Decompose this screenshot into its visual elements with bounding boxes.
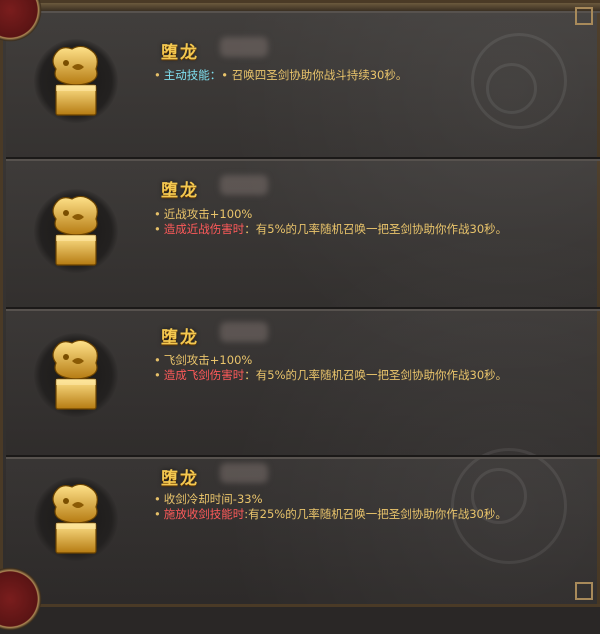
- blurred-tag: [220, 322, 268, 342]
- line-value: :有25%的几率随机召唤一把圣剑协助你作战30秒。: [244, 507, 507, 521]
- skill-icon-frame: [34, 189, 118, 273]
- line-value: 飞剑攻击+100%: [163, 353, 253, 367]
- bullet: •: [154, 507, 161, 521]
- skill-title: 堕龙: [161, 469, 199, 489]
- skill-icon-frame: [34, 333, 118, 417]
- skill-card[interactable]: 堕龙 • 主动技能：• 召唤四圣剑协助你战斗持续30秒。: [6, 11, 600, 159]
- line-value: ：有5%的几率随机召唤一把圣剑协助你作战30秒。: [244, 222, 508, 236]
- skill-line: • 主动技能：• 召唤四圣剑协助你战斗持续30秒。: [154, 67, 407, 83]
- skill-line: • 造成飞剑伤害时：有5%的几率随机召唤一把圣剑协助你作战30秒。: [154, 367, 507, 383]
- line-value: ：有5%的几率随机召唤一把圣剑协助你作战30秒。: [244, 368, 508, 382]
- line-label: 主动技能：: [163, 68, 222, 82]
- skill-title: 堕龙: [161, 328, 199, 348]
- line-value: 近战攻击+100%: [163, 207, 253, 221]
- golden-dragon-seal-icon: [52, 483, 98, 554]
- bullet: •: [154, 207, 161, 221]
- skill-card[interactable]: 堕龙 • 飞剑攻击+100% • 造成飞剑伤害时：有5%的几率随机召唤一把圣剑协助你…: [6, 309, 600, 457]
- blurred-tag: [220, 37, 268, 57]
- blurred-tag: [220, 463, 268, 483]
- skill-icon-frame: [34, 39, 118, 123]
- golden-dragon-seal-icon: [52, 339, 98, 410]
- panel-frame: 堕龙 • 主动技能：• 召唤四圣剑协助你战斗持续30秒。 堕龙 • 近战攻击+1…: [0, 0, 600, 634]
- golden-dragon-seal-icon: [52, 195, 98, 266]
- corner-ornament: [575, 582, 593, 600]
- bullet: •: [154, 222, 161, 236]
- skill-line: • 飞剑攻击+100%: [154, 352, 252, 368]
- line-value: • 召唤四圣剑协助你战斗持续30秒。: [221, 68, 408, 82]
- golden-dragon-seal-icon: [52, 45, 98, 116]
- line-label: 施放收剑技能时: [163, 507, 245, 521]
- bullet: •: [154, 68, 161, 82]
- skill-line: • 收剑冷却时间-33%: [154, 491, 263, 507]
- skill-line: • 近战攻击+100%: [154, 206, 252, 222]
- line-value: 收剑冷却时间-33%: [163, 492, 263, 506]
- skill-card[interactable]: 堕龙 • 收剑冷却时间-33% • 施放收剑技能时:有25%的几率随机召唤一把圣剑协…: [6, 457, 600, 604]
- top-border: [3, 3, 600, 11]
- line-label: 造成飞剑伤害时: [163, 368, 245, 382]
- line-label: 造成近战伤害时: [163, 222, 245, 236]
- skill-icon-frame: [34, 477, 118, 561]
- skill-line: • 造成近战伤害时：有5%的几率随机召唤一把圣剑协助你作战30秒。: [154, 221, 507, 237]
- skill-card[interactable]: 堕龙 • 近战攻击+100% • 造成近战伤害时：有5%的几率随机召唤一把圣剑协助你…: [6, 159, 600, 309]
- bullet: •: [154, 492, 161, 506]
- skill-title: 堕龙: [161, 43, 199, 63]
- bullet: •: [154, 353, 161, 367]
- blurred-tag: [220, 175, 268, 195]
- corner-ornament: [575, 7, 593, 25]
- bullet: •: [154, 368, 161, 382]
- skill-title: 堕龙: [161, 181, 199, 201]
- skill-line: • 施放收剑技能时:有25%的几率随机召唤一把圣剑协助你作战30秒。: [154, 506, 507, 522]
